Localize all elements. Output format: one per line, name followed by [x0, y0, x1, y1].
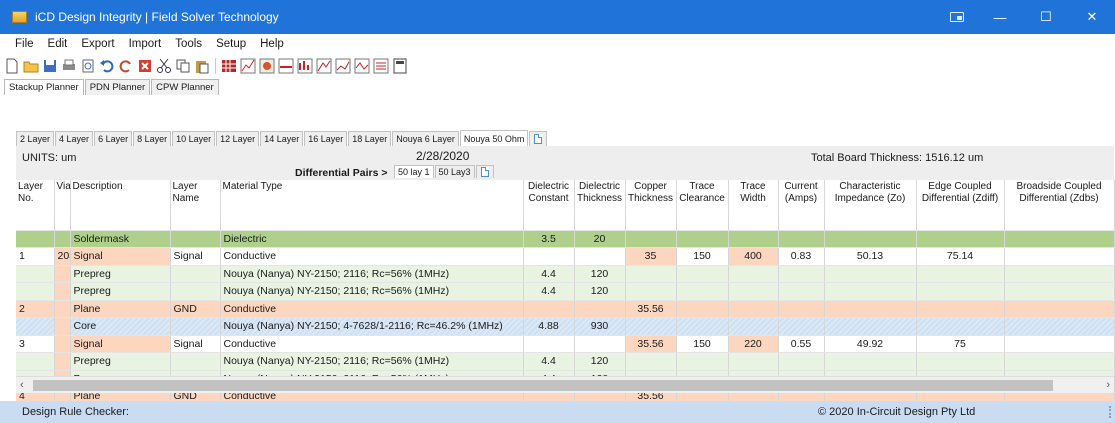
- col-copper-thickness[interactable]: Copper Thickness: [625, 180, 677, 216]
- cut-icon[interactable]: [156, 58, 172, 74]
- tab-pdn-planner[interactable]: PDN Planner: [84, 79, 151, 95]
- copy-icon[interactable]: [175, 58, 191, 74]
- new-document-icon: [534, 134, 543, 144]
- menu-setup[interactable]: Setup: [209, 38, 253, 50]
- tab-nouya-50-ohm[interactable]: Nouya 50 Ohm: [459, 130, 529, 146]
- table-row[interactable]: Prepreg Nouya (Nanya) NY-2150; 2116; Rc=…: [16, 352, 1115, 371]
- menu-export[interactable]: Export: [74, 38, 121, 50]
- tab-10-layer[interactable]: 10 Layer: [172, 131, 216, 146]
- col-layer-name[interactable]: Layer Name: [170, 180, 221, 216]
- units-label: UNITS: um: [22, 152, 77, 164]
- col-material-type[interactable]: Material Type: [220, 180, 524, 216]
- stackup-header-panel: UNITS: um 2/28/2020 Total Board Thicknes…: [16, 146, 1114, 180]
- tab-diff-pair-1[interactable]: 50 lay 1: [394, 165, 434, 178]
- tab-14-layer[interactable]: 14 Layer: [260, 131, 304, 146]
- tab-6-layer[interactable]: 6 Layer: [94, 131, 133, 146]
- date-label: 2/28/2020: [416, 149, 470, 163]
- col-current[interactable]: Current (Amps): [778, 180, 825, 216]
- col-trace-width[interactable]: Trace Width: [728, 180, 779, 216]
- paste-icon[interactable]: [194, 58, 210, 74]
- status-bar: Design Rule Checker: © 2020 In-Circuit D…: [0, 401, 1115, 423]
- planner-tabs: Stackup Planner PDN Planner CPW Planner: [4, 79, 220, 95]
- table-header: Layer No. Via Description Layer Name Mat…: [16, 180, 1115, 216]
- tab-8-layer[interactable]: 8 Layer: [133, 131, 172, 146]
- table-row[interactable]: 3 Signal Signal Conductive 35.56 150 220 0…: [16, 335, 1115, 353]
- stackup-table: Layer No. Via Description Layer Name Mat…: [16, 180, 1115, 406]
- differential-pair-tabs: 50 lay 1 50 Lay3: [394, 165, 495, 178]
- menu-bar: File Edit Export Import Tools Setup Help: [0, 34, 1115, 54]
- chart-icon[interactable]: [240, 58, 256, 74]
- table-row[interactable]: Soldermask Dielectric 3.5 20: [16, 230, 1115, 248]
- add-diff-pair-button[interactable]: [475, 165, 494, 178]
- scroll-left-icon[interactable]: ‹: [20, 379, 24, 391]
- graph2-icon[interactable]: [335, 58, 351, 74]
- tab-16-layer[interactable]: 16 Layer: [304, 131, 348, 146]
- tablet-mode-icon[interactable]: [937, 0, 977, 34]
- differential-pairs-label: Differential Pairs >: [295, 167, 388, 179]
- print-icon[interactable]: [61, 58, 77, 74]
- copyright-label: © 2020 In-Circuit Design Pty Ltd: [818, 406, 976, 418]
- menu-tools[interactable]: Tools: [168, 38, 209, 50]
- minimize-button[interactable]: —: [977, 0, 1023, 34]
- window-title: iCD Design Integrity | Field Solver Tech…: [35, 10, 279, 24]
- col-dielectric-constant[interactable]: Dielectric Constant: [523, 180, 575, 216]
- table-row[interactable]: 2 Plane GND Conductive 35.56: [16, 300, 1115, 318]
- report-icon[interactable]: [373, 58, 389, 74]
- col-trace-clearance[interactable]: Trace Clearance: [676, 180, 729, 216]
- close-button[interactable]: ✕: [1069, 0, 1115, 34]
- tab-stackup-planner[interactable]: Stackup Planner: [4, 79, 84, 95]
- resize-grip-icon[interactable]: [1101, 406, 1111, 418]
- app-icon: [12, 11, 27, 23]
- scrollbar-thumb[interactable]: [33, 380, 1053, 391]
- impedance-icon[interactable]: [278, 58, 294, 74]
- new-icon[interactable]: [4, 58, 20, 74]
- open-icon[interactable]: [23, 58, 39, 74]
- graph-icon[interactable]: [316, 58, 332, 74]
- add-stackup-tab-button[interactable]: [529, 131, 548, 146]
- maximize-button[interactable]: ☐: [1023, 0, 1069, 34]
- new-document-icon: [480, 167, 489, 177]
- menu-help[interactable]: Help: [253, 38, 291, 50]
- tab-12-layer[interactable]: 12 Layer: [216, 131, 260, 146]
- menu-import[interactable]: Import: [122, 38, 169, 50]
- table-row[interactable]: 1203 SignalSignal Conductive 35 150400 0…: [16, 247, 1115, 266]
- tab-diff-pair-2[interactable]: 50 Lay3: [434, 165, 475, 178]
- tab-cpw-planner[interactable]: CPW Planner: [151, 79, 219, 95]
- title-bar: iCD Design Integrity | Field Solver Tech…: [0, 0, 1115, 34]
- table-row-spacer: [16, 216, 1115, 231]
- tab-4-layer[interactable]: 4 Layer: [55, 131, 94, 146]
- plot-icon[interactable]: [259, 58, 275, 74]
- menu-file[interactable]: File: [8, 38, 41, 50]
- col-dielectric-thickness[interactable]: Dielectric Thickness: [574, 180, 626, 216]
- redo-icon[interactable]: [118, 58, 134, 74]
- horizontal-scrollbar[interactable]: ‹ ›: [16, 376, 1114, 393]
- col-broadside-coupled[interactable]: Broadside Coupled Differential (Zdbs): [1004, 180, 1115, 216]
- save-icon[interactable]: [42, 58, 58, 74]
- tab-18-layer[interactable]: 18 Layer: [348, 131, 392, 146]
- col-characteristic-impedance[interactable]: Characteristic Impedance (Zo): [824, 180, 917, 216]
- graph3-icon[interactable]: [354, 58, 370, 74]
- menu-edit[interactable]: Edit: [41, 38, 75, 50]
- print-preview-icon[interactable]: [80, 58, 96, 74]
- calc-icon[interactable]: [392, 58, 408, 74]
- table-row[interactable]: Prepreg Nouya (Nanya) NY-2150; 2116; Rc=…: [16, 265, 1115, 283]
- col-description[interactable]: Description: [70, 180, 171, 216]
- table-icon[interactable]: [221, 58, 237, 74]
- scroll-right-icon[interactable]: ›: [1106, 379, 1110, 391]
- col-via[interactable]: Via: [54, 180, 71, 216]
- tab-nouya-6-layer[interactable]: Nouya 6 Layer: [392, 131, 459, 146]
- table-row[interactable]: Core Nouya (Nanya) NY-2150; 4-7628/1-211…: [16, 317, 1115, 336]
- design-rule-checker-label: Design Rule Checker:: [22, 406, 129, 418]
- table-row[interactable]: Prepreg Nouya (Nanya) NY-2150; 2116; Rc=…: [16, 282, 1115, 301]
- toolbar: [0, 54, 1115, 78]
- stackup-tabs: 2 Layer 4 Layer 6 Layer 8 Layer 10 Layer…: [16, 129, 548, 146]
- col-edge-coupled[interactable]: Edge Coupled Differential (Zdiff): [916, 180, 1005, 216]
- toolbar-separator: [215, 58, 216, 74]
- delete-icon[interactable]: [137, 58, 153, 74]
- undo-icon[interactable]: [99, 58, 115, 74]
- col-layer-no[interactable]: Layer No.: [16, 180, 55, 216]
- tab-2-layer[interactable]: 2 Layer: [16, 131, 55, 146]
- total-thickness-label: Total Board Thickness: 1516.12 um: [811, 152, 984, 164]
- sweep-icon[interactable]: [297, 58, 313, 74]
